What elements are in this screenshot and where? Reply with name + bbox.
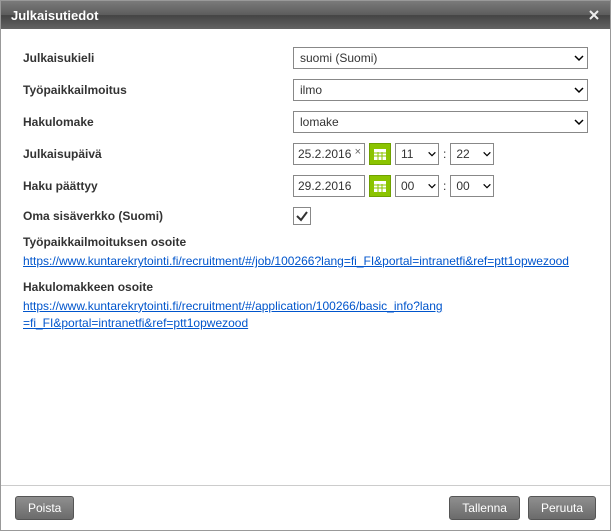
jobad-select-value: ilmo (293, 79, 588, 101)
calendar-button[interactable] (369, 175, 391, 197)
row-end-date: Haku päättyy 29.2.2016 00 (23, 175, 588, 197)
dialog-titlebar: Julkaisutiedot (1, 1, 610, 29)
dialog-title: Julkaisutiedot (11, 8, 584, 23)
end-hour-select[interactable]: 00 (395, 175, 439, 197)
calendar-button[interactable] (369, 143, 391, 165)
publish-date-value: 25.2.2016 (298, 147, 351, 161)
language-select[interactable]: suomi (Suomi) (293, 47, 588, 69)
publish-minute-select[interactable]: 22 (450, 143, 494, 165)
label-language: Julkaisukieli (23, 51, 293, 65)
chevron-down-icon (482, 149, 492, 159)
jobad-select[interactable]: ilmo (293, 79, 588, 101)
end-date-input[interactable]: 29.2.2016 (293, 175, 365, 197)
row-jobad: Työpaikkailmoitus ilmo (23, 79, 588, 101)
language-select-value: suomi (Suomi) (293, 47, 588, 69)
cancel-button[interactable]: Peruuta (528, 496, 596, 520)
close-icon[interactable] (584, 5, 604, 25)
label-publish-date: Julkaisupäivä (23, 147, 293, 161)
row-form: Hakulomake lomake (23, 111, 588, 133)
delete-button[interactable]: Poista (15, 496, 74, 520)
row-publish-date: Julkaisupäivä 25.2.2016 × (23, 143, 588, 165)
chevron-down-icon (427, 149, 437, 159)
time-separator: : (443, 147, 446, 161)
label-end-date: Haku päättyy (23, 179, 293, 193)
publish-hour-select[interactable]: 11 (395, 143, 439, 165)
row-language: Julkaisukieli suomi (Suomi) (23, 47, 588, 69)
label-form: Hakulomake (23, 115, 293, 129)
end-minute-select[interactable]: 00 (450, 175, 494, 197)
dialog-footer: Poista Tallenna Peruuta (1, 485, 610, 530)
label-form-url: Hakulomakkeen osoite (23, 280, 588, 294)
clear-icon[interactable]: × (355, 146, 361, 158)
label-jobad: Työpaikkailmoitus (23, 83, 293, 97)
intranet-checkbox[interactable] (293, 207, 311, 225)
chevron-down-icon (427, 181, 437, 191)
chevron-down-icon (482, 181, 492, 191)
form-select-value: lomake (293, 111, 588, 133)
end-date-value: 29.2.2016 (298, 179, 351, 193)
jobad-url-link[interactable]: https://www.kuntarekrytointi.fi/recruitm… (23, 254, 569, 268)
save-button[interactable]: Tallenna (449, 496, 520, 520)
label-jobad-url: Työpaikkailmoituksen osoite (23, 235, 588, 249)
form-select[interactable]: lomake (293, 111, 588, 133)
publish-date-input[interactable]: 25.2.2016 × (293, 143, 365, 165)
row-intranet: Oma sisäverkko (Suomi) (23, 207, 588, 225)
dialog-body: Julkaisukieli suomi (Suomi) Työpaikkailm… (1, 29, 610, 485)
time-separator: : (443, 179, 446, 193)
publish-details-dialog: Julkaisutiedot Julkaisukieli suomi (Suom… (0, 0, 611, 531)
form-url-link[interactable]: https://www.kuntarekrytointi.fi/recruitm… (23, 299, 443, 330)
label-intranet: Oma sisäverkko (Suomi) (23, 209, 293, 223)
